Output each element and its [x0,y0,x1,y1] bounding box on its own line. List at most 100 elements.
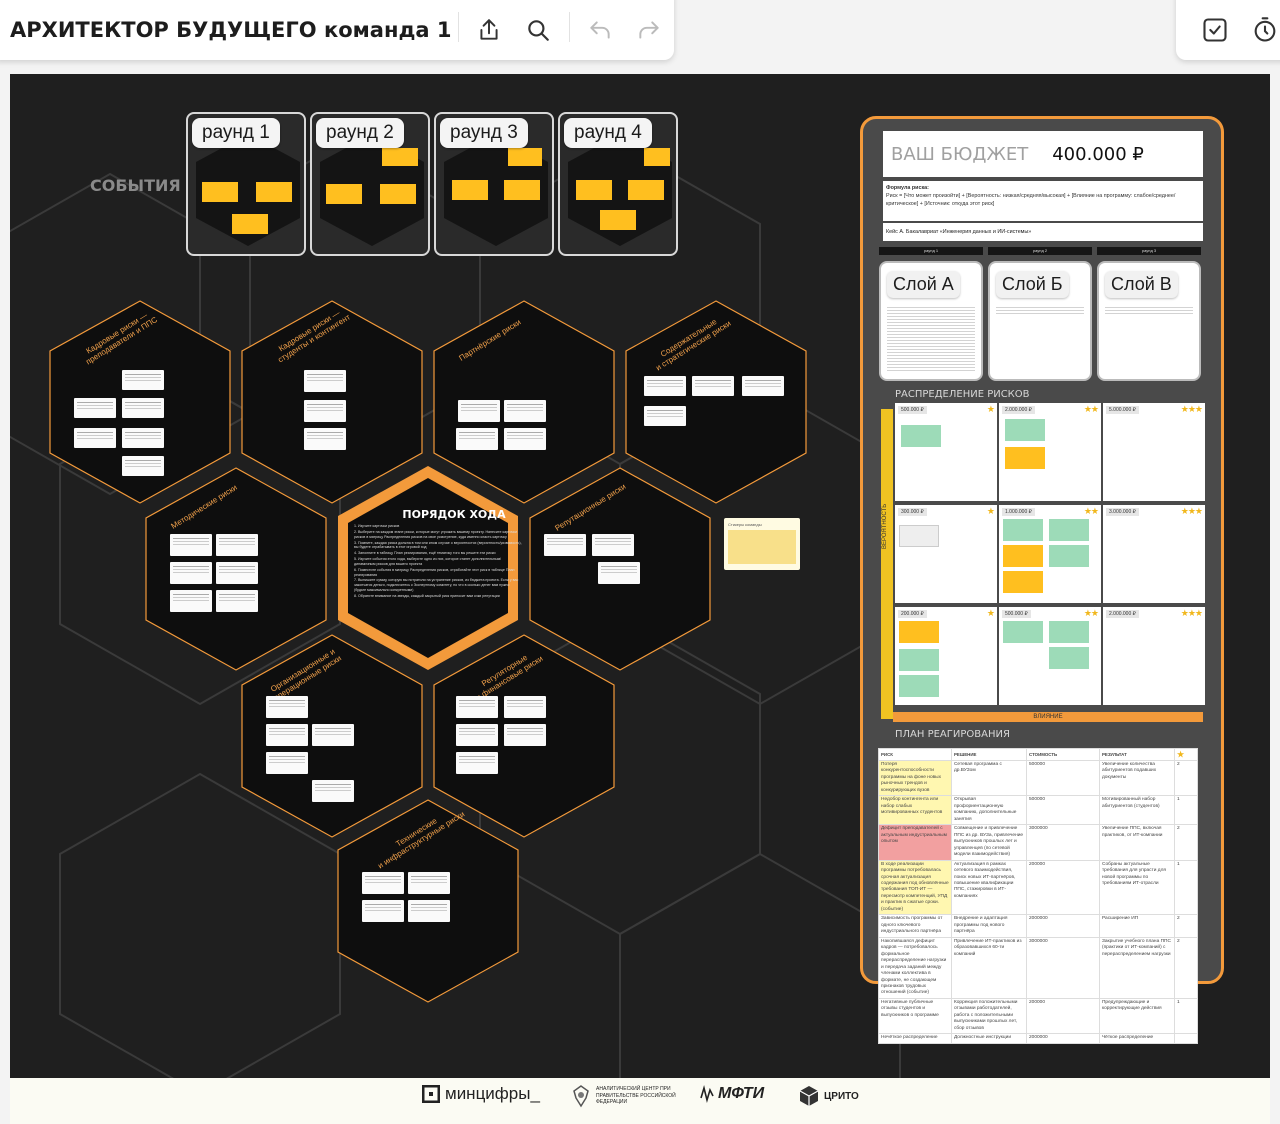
risk-card[interactable] [362,900,404,922]
table-cell[interactable]: 2000000 [1026,914,1100,938]
risk-card[interactable] [544,534,586,556]
table-cell[interactable]: 2 [1174,914,1198,938]
risk-card[interactable] [304,400,346,422]
risk-card[interactable] [74,428,116,448]
risk-card[interactable] [122,398,164,418]
layer-card-b[interactable]: Слой Б [988,261,1092,381]
risk-card[interactable] [692,376,734,396]
risk-card[interactable] [742,376,784,396]
risk-card[interactable] [899,675,939,697]
matrix-cell[interactable]: 2.000.000 ₽ ★★ [999,403,1101,501]
table-cell[interactable]: Расширение ИП [1098,914,1176,938]
risk-card[interactable] [456,724,498,746]
table-row[interactable]: В ходе реализации программы потребовалас… [878,859,1198,916]
table-cell[interactable]: В ходе реализации программы потребовалас… [878,859,952,916]
table-cell[interactable]: Потеря конкурентоспособности программы н… [878,759,952,797]
board-title[interactable]: АРХИТЕКТОР БУДУЩЕГО команда 1 [0,12,452,42]
share-button[interactable] [465,5,514,55]
table-cell[interactable]: Дефицит преподавателей с актуальным инду… [878,824,952,861]
table-cell[interactable]: Закрытие учебного плана ППС (практики от… [1098,936,1176,999]
risk-card[interactable] [1003,519,1043,541]
risk-card[interactable] [1049,545,1089,567]
table-cell[interactable]: Увеличение ППС, включая практиков, от ИТ… [1098,824,1176,861]
risk-card[interactable] [304,428,346,450]
table-cell[interactable]: 1 [1174,795,1198,826]
table-cell[interactable]: 1 [1174,997,1198,1035]
risk-card[interactable] [1003,571,1043,593]
risk-card[interactable] [456,696,498,718]
risk-card[interactable] [456,428,498,450]
risk-card[interactable] [1003,545,1043,567]
risk-card[interactable] [901,425,941,447]
risk-card[interactable] [122,370,164,390]
table-row[interactable]: Дефицит преподавателей с актуальным инду… [878,824,1198,861]
team-sticky-note[interactable]: Стикеры команды [724,518,800,570]
matrix-cell[interactable]: 5.000.000 ₽ ★★★ [1103,403,1205,501]
table-cell[interactable]: Нечёткое распределение [878,1033,952,1044]
table-row[interactable]: Негативные публичные отзывы студентов и … [878,997,1198,1035]
redo-button[interactable] [625,5,674,55]
table-cell[interactable]: Негативные публичные отзывы студентов и … [878,997,952,1035]
risk-card[interactable] [456,752,498,774]
risk-card[interactable] [408,900,450,922]
risk-card[interactable] [122,456,164,476]
table-cell[interactable]: Собраны актуальные требования для упраст… [1098,859,1176,916]
table-cell[interactable]: Совмещение и привлечение ППС из др. ВУЗа… [950,824,1028,861]
table-cell[interactable]: Предупреждающие и корректирующие действи… [1098,997,1176,1035]
risk-card[interactable] [1003,621,1043,643]
matrix-cell[interactable]: 3.000.000 ₽ ★★★ [1103,505,1205,603]
table-cell[interactable]: 200000 [1026,859,1100,916]
matrix-cell[interactable]: 2.000.000 ₽ ★★★ [1103,607,1205,705]
undo-button[interactable] [576,5,625,55]
table-row[interactable]: Потеря конкурентоспособности программы н… [878,759,1198,797]
risk-card[interactable] [1049,647,1089,669]
table-cell[interactable]: 3000000 [1026,936,1100,999]
risk-card[interactable] [504,696,546,718]
table-cell[interactable]: Актуализация в рамках сетевого взаимодей… [950,859,1028,916]
table-cell[interactable]: Сетевая программа с др.ВУЗом [950,759,1028,797]
table-cell[interactable]: 3000000 [1026,824,1100,861]
risk-card[interactable] [1005,419,1045,441]
table-cell[interactable]: Недобор контингента или набор слабых мот… [878,795,952,826]
table-cell[interactable]: Внедрение и адаптация программы под ново… [950,914,1028,938]
risk-card[interactable] [1049,519,1089,541]
table-cell[interactable]: 2 [1174,759,1198,797]
layer-card-a[interactable]: Слой А [879,261,983,381]
sticky-note-body[interactable] [728,530,796,564]
risk-card[interactable] [598,562,640,584]
risk-card[interactable] [312,724,354,746]
table-cell[interactable]: 500000 [1026,795,1100,826]
risk-card[interactable] [266,696,308,718]
budget-value[interactable]: 400.000 ₽ [1052,144,1144,165]
risk-card[interactable] [504,400,546,422]
risk-card[interactable] [644,406,686,426]
table-cell[interactable]: 2 [1174,824,1198,861]
risk-card[interactable] [304,370,346,392]
layer-card-c[interactable]: Слой В [1097,261,1201,381]
table-cell[interactable]: Коррекция положительными отзывами работо… [950,997,1028,1035]
matrix-cell[interactable]: 500.000 ₽ ★ [895,403,997,501]
table-cell[interactable] [1174,1033,1198,1044]
risk-card[interactable] [266,724,308,746]
risk-card[interactable] [899,525,939,547]
table-cell[interactable]: Зависимость программы от одного ключевог… [878,914,952,938]
matrix-cell[interactable]: 500.000 ₽ ★★ [999,607,1101,705]
risk-card[interactable] [74,398,116,418]
matrix-cell[interactable]: 200.000 ₽ ★ [895,607,997,705]
table-cell[interactable]: Чёткое распределение [1098,1033,1176,1044]
risk-card[interactable] [312,780,354,802]
risk-card[interactable] [1049,621,1089,643]
table-cell[interactable]: 2 [1174,936,1198,999]
risk-card[interactable] [504,428,546,450]
table-cell[interactable]: 1 [1174,859,1198,916]
table-cell[interactable]: 2000000 [1026,1033,1100,1044]
risk-card[interactable] [592,534,634,556]
table-cell[interactable]: Увеличение количества абитуриентов подав… [1098,759,1176,797]
risk-card[interactable] [170,534,212,556]
timer-button[interactable] [1240,5,1280,55]
matrix-cell[interactable]: 1.000.000 ₽ ★★ [999,505,1101,603]
matrix-cell[interactable]: 300.000 ₽ ★ [895,505,997,603]
risk-card[interactable] [170,562,212,584]
risk-card[interactable] [362,872,404,894]
risk-card[interactable] [1005,447,1045,469]
